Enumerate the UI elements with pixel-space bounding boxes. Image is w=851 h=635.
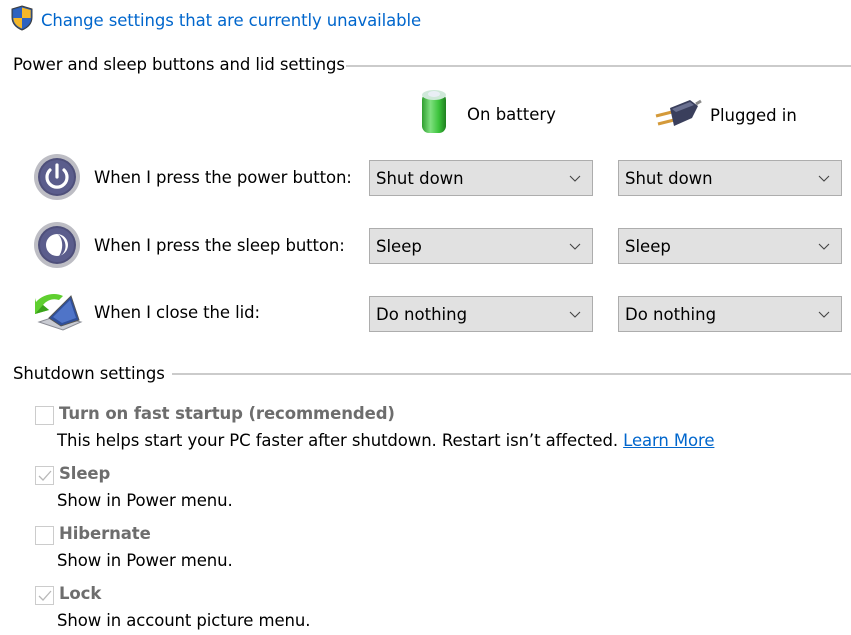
plug-icon — [652, 96, 702, 134]
close-lid-label: When I close the lid: — [94, 303, 260, 322]
select-value: Do nothing — [625, 304, 717, 324]
select-value: Sleep — [625, 236, 671, 256]
battery-icon — [418, 87, 452, 141]
on-battery-label: On battery — [467, 104, 556, 124]
power-button-on-battery-select[interactable]: Shut down — [369, 160, 593, 196]
close-lid-on-battery-select[interactable]: Do nothing — [369, 296, 593, 332]
select-value: Do nothing — [376, 304, 468, 324]
chevron-down-icon — [569, 311, 581, 318]
chevron-down-icon — [818, 243, 830, 250]
power-section-title: Power and sleep buttons and lid settings — [13, 55, 345, 74]
sleep-option-description: Show in Power menu. — [57, 491, 233, 510]
chevron-down-icon — [818, 311, 830, 318]
fast-startup-label: Turn on fast startup (recommended) — [59, 404, 395, 423]
column-plugged-in: Plugged in — [652, 96, 797, 134]
hibernate-option-description: Show in Power menu. — [57, 551, 233, 570]
learn-more-link[interactable]: Learn More — [623, 431, 714, 450]
select-value: Shut down — [376, 168, 464, 188]
lock-checkbox[interactable] — [35, 586, 54, 605]
close-lid-plugged-in-select[interactable]: Do nothing — [618, 296, 842, 332]
hibernate-checkbox[interactable] — [35, 526, 54, 545]
select-value: Sleep — [376, 236, 422, 256]
power-section-divider — [346, 65, 851, 67]
sleep-checkbox[interactable] — [35, 466, 54, 485]
lock-option-label: Lock — [59, 584, 102, 603]
change-settings-link[interactable]: Change settings that are currently unava… — [10, 5, 421, 35]
shutdown-section-title: Shutdown settings — [13, 364, 165, 383]
power-button-plugged-in-select[interactable]: Shut down — [618, 160, 842, 196]
chevron-down-icon — [569, 243, 581, 250]
checkmark-icon — [38, 590, 51, 601]
select-value: Shut down — [625, 168, 713, 188]
sleep-button-icon — [33, 221, 81, 273]
power-button-icon — [33, 153, 81, 205]
chevron-down-icon — [818, 175, 830, 182]
checkmark-icon — [38, 470, 51, 481]
change-settings-label[interactable]: Change settings that are currently unava… — [41, 11, 421, 30]
fast-startup-description: This helps start your PC faster after sh… — [57, 431, 715, 450]
hibernate-option-label: Hibernate — [59, 524, 151, 543]
sleep-option-label: Sleep — [59, 464, 111, 483]
uac-shield-icon — [10, 5, 34, 35]
lock-option-description: Show in account picture menu. — [57, 611, 311, 630]
plugged-in-label: Plugged in — [710, 105, 797, 125]
laptop-lid-icon — [33, 290, 83, 340]
sleep-button-label: When I press the sleep button: — [94, 236, 345, 255]
column-on-battery: On battery — [418, 87, 556, 141]
sleep-button-plugged-in-select[interactable]: Sleep — [618, 228, 842, 264]
shutdown-section-divider — [172, 373, 851, 375]
sleep-button-on-battery-select[interactable]: Sleep — [369, 228, 593, 264]
chevron-down-icon — [569, 175, 581, 182]
fast-startup-checkbox[interactable] — [35, 406, 54, 425]
fast-startup-description-text: This helps start your PC faster after sh… — [57, 431, 624, 450]
power-button-label: When I press the power button: — [94, 168, 352, 187]
